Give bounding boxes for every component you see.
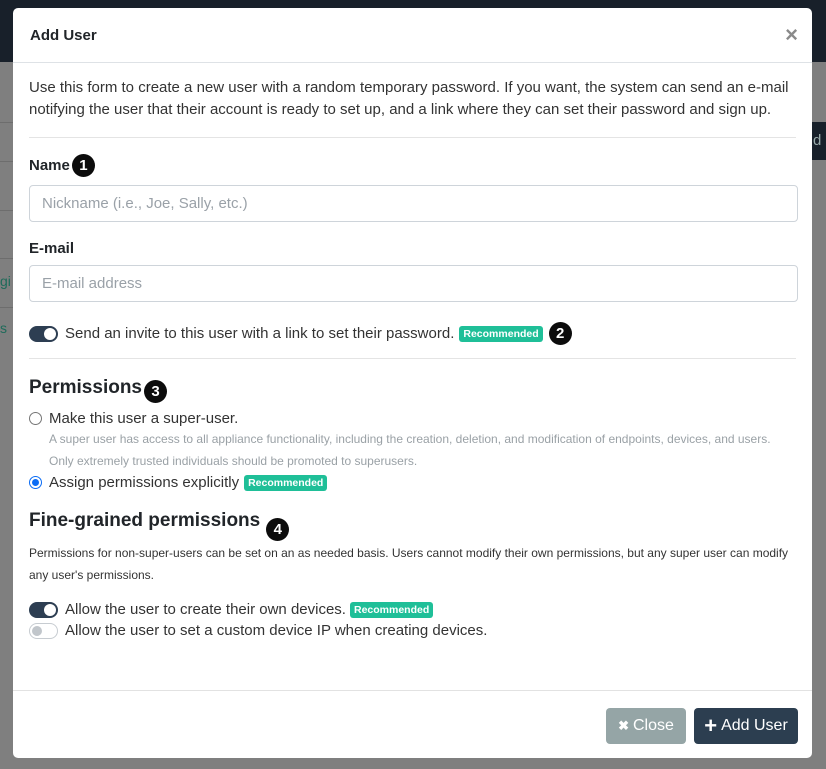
superuser-radio-label: Make this user a super-user.	[49, 410, 239, 427]
background-text-fragment: gi	[0, 273, 11, 289]
superuser-radio[interactable]	[29, 412, 42, 425]
invite-toggle-label: Send an invite to this user with a link …	[65, 325, 455, 342]
background-divider	[0, 307, 13, 308]
fine-grained-heading: Fine-grained permissions	[29, 510, 261, 531]
create-devices-toggle-label: Allow the user to create their own devic…	[65, 601, 346, 618]
plus-icon: +	[704, 713, 718, 738]
add-user-button[interactable]: + Add User	[694, 708, 798, 744]
recommended-badge: Recommended	[349, 601, 434, 618]
recommended-badge: Recommended	[244, 474, 328, 491]
modal-title: Add User	[30, 26, 97, 44]
close-icon[interactable]: ×	[785, 24, 798, 46]
custom-ip-toggle[interactable]	[29, 622, 58, 639]
modal-body: Use this form to create a new user with …	[13, 63, 812, 639]
explicit-permissions-radio-label: Assign permissions explicitly	[49, 474, 240, 491]
annotation-marker-1: 1	[71, 154, 95, 177]
fine-grained-description: Permissions for non-super-users can be s…	[29, 546, 789, 582]
recommended-badge: Recommended	[459, 325, 543, 342]
background-divider	[0, 210, 13, 211]
close-button-label: Close	[633, 717, 674, 734]
background-divider	[0, 161, 13, 162]
background-divider	[0, 258, 13, 259]
background-text-fragment: s	[0, 320, 7, 336]
permissions-heading-row: Permissions 3	[29, 377, 796, 403]
custom-ip-toggle-label: Allow the user to set a custom device IP…	[65, 622, 488, 639]
close-button[interactable]: ✖ Close	[606, 708, 686, 744]
close-x-icon: ✖	[618, 718, 629, 733]
intro-text: Use this form to create a new user with …	[29, 77, 796, 138]
annotation-marker-4: 4	[266, 518, 290, 541]
name-input[interactable]	[29, 185, 798, 222]
add-user-modal: Add User × Use this form to create a new…	[13, 8, 812, 758]
invite-toggle-row: Send an invite to this user with a link …	[29, 322, 796, 359]
permissions-heading: Permissions	[29, 377, 142, 398]
email-input[interactable]	[29, 265, 798, 302]
email-label: E-mail	[29, 240, 75, 257]
email-label-row: E-mail	[29, 240, 796, 257]
superuser-help-text: Only extremely trusted individuals shoul…	[49, 454, 418, 468]
modal-footer: ✖ Close + Add User	[13, 690, 812, 758]
add-user-button-label: Add User	[721, 717, 788, 734]
background-button-fragment: d	[812, 122, 826, 160]
modal-header: Add User ×	[13, 8, 812, 63]
create-devices-toggle[interactable]	[29, 601, 58, 618]
invite-toggle[interactable]	[29, 325, 58, 342]
background-divider	[0, 122, 13, 123]
custom-ip-toggle-row: Allow the user to set a custom device IP…	[29, 622, 796, 639]
annotation-marker-3: 3	[144, 380, 167, 403]
explicit-permissions-radio[interactable]	[29, 476, 42, 489]
explicit-permissions-radio-row: Assign permissions explicitly Recommende…	[29, 474, 796, 491]
fine-grained-heading-row: Fine-grained permissions 4	[29, 510, 796, 541]
annotation-marker-2: 2	[548, 322, 572, 345]
superuser-help-text: A super user has access to all appliance…	[49, 432, 771, 446]
name-label-row: Name 1	[29, 154, 796, 177]
name-label: Name	[29, 157, 70, 174]
superuser-radio-row: Make this user a super-user.	[29, 410, 796, 427]
create-devices-toggle-row: Allow the user to create their own devic…	[29, 601, 796, 618]
